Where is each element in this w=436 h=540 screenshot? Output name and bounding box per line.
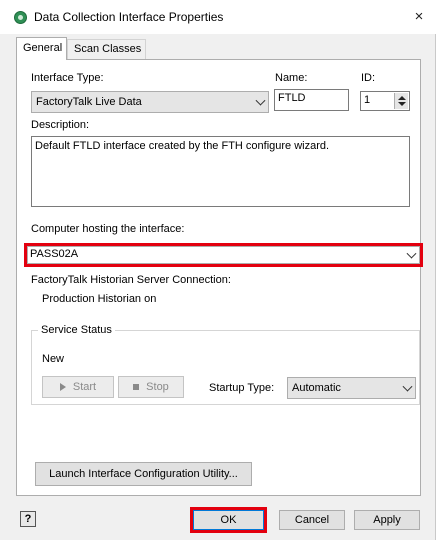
id-label: ID: (361, 72, 376, 84)
description-textarea[interactable]: Default FTLD interface created by the FT… (31, 136, 410, 207)
server-connection-label: FactoryTalk Historian Server Connection: (31, 274, 231, 286)
stop-label: Stop (146, 381, 169, 393)
chevron-down-icon (406, 248, 417, 259)
general-tab-panel: Interface Type: Name: ID: FactoryTalk Li… (16, 59, 423, 496)
service-status-value: New (42, 353, 65, 365)
id-value: 1 (364, 94, 371, 106)
title-bar: Data Collection Interface Properties × (0, 0, 436, 34)
description-label: Description: (31, 119, 90, 131)
computer-host-label: Computer hosting the interface: (31, 223, 185, 235)
startup-type-value: Automatic (292, 382, 341, 394)
interface-type-select[interactable]: FactoryTalk Live Data (31, 91, 269, 113)
service-status-title: Service Status (38, 324, 115, 336)
spinner-icon[interactable] (394, 93, 408, 109)
id-stepper[interactable]: 1 (360, 91, 410, 111)
spin-down-arrow-icon[interactable] (398, 102, 406, 106)
window-title: Data Collection Interface Properties (34, 10, 224, 24)
cancel-button[interactable]: Cancel (279, 510, 345, 530)
launch-config-utility-button[interactable]: Launch Interface Configuration Utility..… (35, 462, 252, 486)
interface-type-value: FactoryTalk Live Data (36, 96, 142, 108)
properties-dialog: Data Collection Interface Properties × G… (0, 0, 436, 540)
chevron-down-icon (255, 95, 266, 106)
computer-host-select[interactable]: PASS02A (27, 246, 420, 264)
name-field[interactable]: FTLD (274, 89, 349, 111)
spin-up-arrow-icon[interactable] (398, 96, 406, 100)
apply-button[interactable]: Apply (354, 510, 420, 530)
play-icon (59, 383, 66, 392)
computer-host-value: PASS02A (30, 248, 79, 260)
close-button[interactable]: × (402, 0, 436, 34)
help-icon[interactable]: ? (20, 511, 36, 527)
chevron-down-icon (402, 381, 413, 392)
startup-type-select[interactable]: Automatic (287, 377, 416, 399)
interface-type-label: Interface Type: (31, 72, 104, 84)
stop-button[interactable]: Stop (118, 376, 184, 398)
server-connection-value: Production Historian on (42, 293, 157, 305)
startup-type-label: Startup Type: (209, 382, 275, 394)
ok-button[interactable]: OK (193, 510, 264, 530)
name-label: Name: (275, 72, 308, 84)
tab-scan-classes[interactable]: Scan Classes (67, 39, 146, 59)
start-label: Start (72, 381, 97, 393)
start-button[interactable]: Start (42, 376, 114, 398)
tab-general[interactable]: General (16, 37, 67, 60)
service-status-group: Service Status New Start Stop Startup Ty… (31, 324, 420, 405)
app-icon (14, 11, 27, 24)
stop-icon (133, 384, 140, 391)
